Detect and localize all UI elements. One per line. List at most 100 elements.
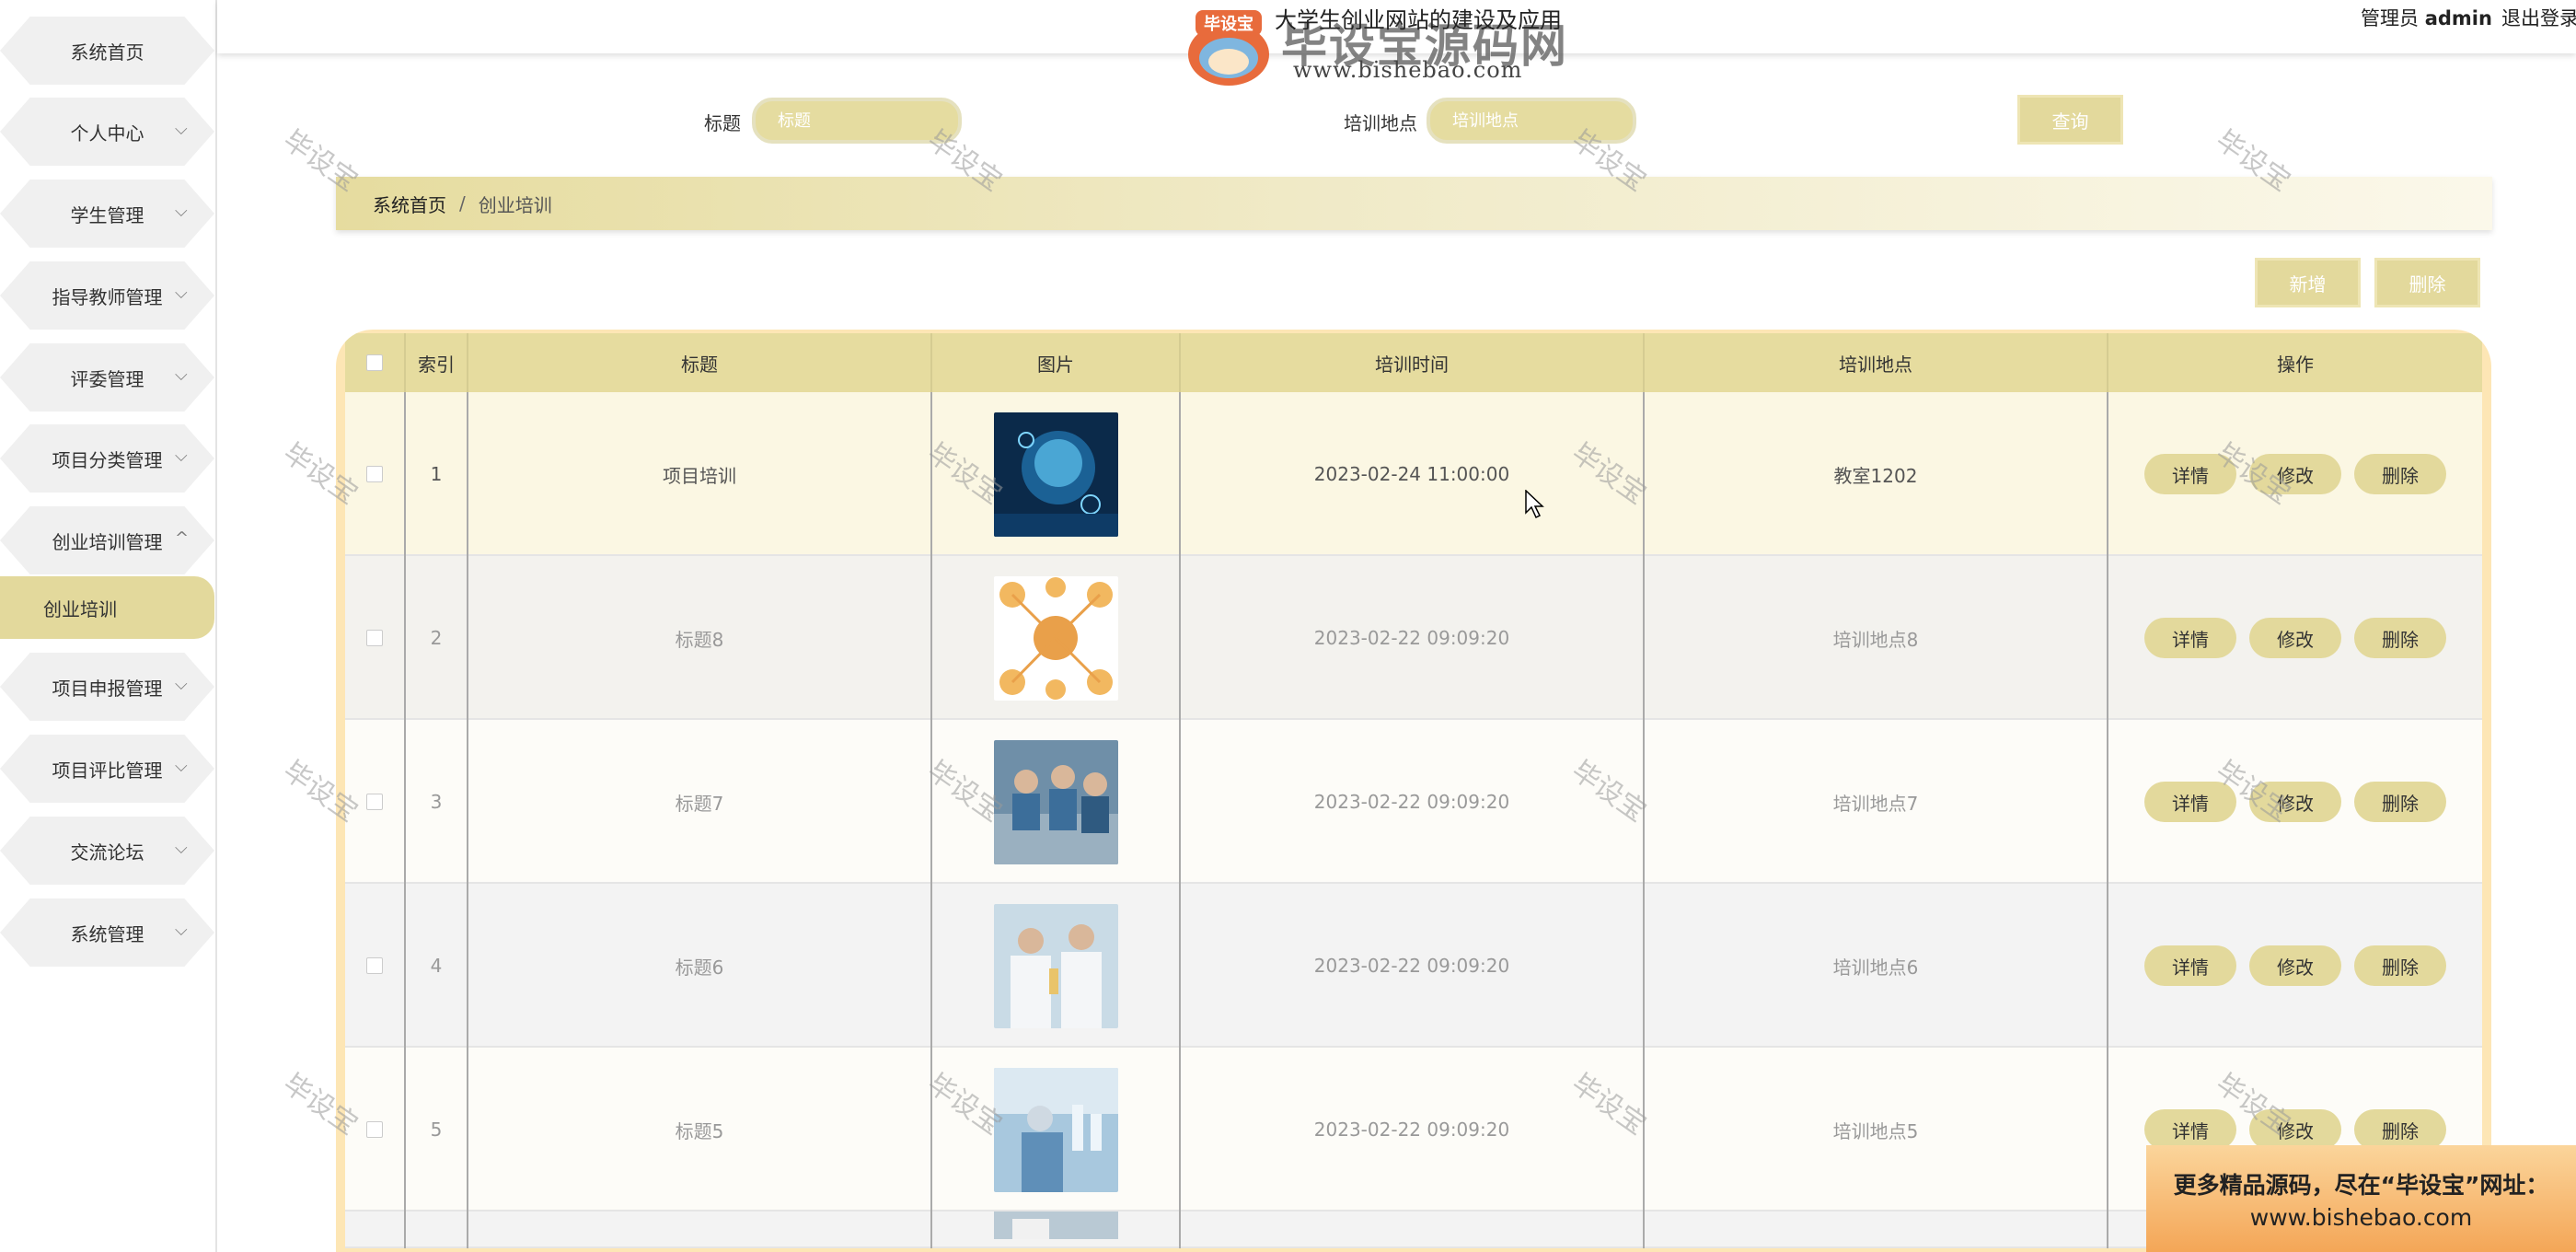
detail-button[interactable]: 详情: [2144, 945, 2236, 986]
chevron-down-icon: ⌵: [175, 757, 188, 776]
chevron-up-icon: ^: [175, 528, 190, 548]
sidebar-item-training[interactable]: 创业培训: [0, 576, 214, 639]
row-time: 2023-02-22 09:09:20: [1181, 720, 1645, 884]
brand-logo-icon: 毕设宝: [1188, 10, 1269, 86]
title-search-label: 标题: [704, 112, 741, 134]
edit-button[interactable]: 修改: [2249, 618, 2341, 658]
row-checkbox[interactable]: [366, 1121, 383, 1138]
sidebar-item-label: 项目评比管理: [52, 759, 163, 782]
delete-button[interactable]: 删除: [2354, 782, 2446, 822]
row-checkbox[interactable]: [366, 630, 383, 646]
delete-button[interactable]: 删除: [2354, 618, 2446, 658]
row-location: 培训地点5: [1645, 1048, 2108, 1211]
edit-button[interactable]: 修改: [2249, 454, 2341, 494]
row-checkbox[interactable]: [366, 794, 383, 810]
column-header-location: 培训地点: [1645, 333, 2108, 392]
batch-delete-button[interactable]: 删除: [2374, 258, 2480, 307]
sidebar-item-label: 系统管理: [70, 922, 144, 945]
sidebar-item-project-evaluation[interactable]: 项目评比管理 ⌵: [0, 735, 214, 803]
sidebar-item-label: 项目分类管理: [52, 448, 163, 471]
ai-head-image: [993, 412, 1118, 537]
sidebar-item-training-management[interactable]: 创业培训管理 ^: [0, 506, 214, 574]
sidebar-item-students[interactable]: 学生管理 ⌵: [0, 180, 214, 248]
row-title: 标题6: [468, 884, 932, 1048]
query-button[interactable]: 查询: [2017, 95, 2123, 145]
delete-button[interactable]: 删除: [2354, 454, 2446, 494]
title-search-input[interactable]: [752, 98, 962, 144]
location-search-label: 培训地点: [1344, 112, 1417, 134]
table-body: 1 项目培训 2023-02-24 11:00:00 教室1202 详情 修改 …: [345, 392, 2482, 1248]
column-header-time: 培训时间: [1181, 333, 1645, 392]
location-search-input[interactable]: [1427, 98, 1636, 144]
row-time: 2023-02-22 09:09:20: [1181, 884, 1645, 1048]
lab-team-image: [993, 739, 1118, 864]
row-title: 标题5: [468, 1048, 932, 1211]
row-checkbox[interactable]: [366, 957, 383, 974]
breadcrumb-home[interactable]: 系统首页: [373, 191, 446, 217]
column-header-index: 索引: [406, 333, 468, 392]
row-location: 培训地点8: [1645, 556, 2108, 720]
row-index: 4: [406, 884, 468, 1048]
add-button[interactable]: 新增: [2255, 258, 2361, 307]
detail-button[interactable]: 详情: [2144, 618, 2236, 658]
row-time: 2023-02-24 11:00:00: [1181, 392, 1645, 556]
edit-button[interactable]: 修改: [2249, 782, 2341, 822]
sidebar-item-label: 指导教师管理: [52, 285, 163, 308]
chevron-down-icon: ⌵: [175, 839, 188, 858]
sidebar-item-teachers[interactable]: 指导教师管理 ⌵: [0, 261, 214, 330]
sidebar-item-label: 个人中心: [70, 122, 144, 145]
sidebar-item-forum[interactable]: 交流论坛 ⌵: [0, 817, 214, 885]
breadcrumb-current: 创业培训: [478, 193, 552, 216]
row-time: 2023-02-22 09:09:20: [1181, 1048, 1645, 1211]
sidebar-item-label: 交流论坛: [70, 840, 144, 864]
select-all-checkbox[interactable]: [366, 354, 383, 371]
table-header: 索引 标题 图片 培训时间 培训地点 操作: [345, 333, 2482, 392]
sidebar-item-judges[interactable]: 评委管理 ⌵: [0, 343, 214, 412]
chevron-down-icon: ⌵: [175, 446, 188, 466]
sidebar-item-label: 创业培训: [43, 597, 117, 620]
chevron-down-icon: ⌵: [175, 365, 188, 385]
row-index: 3: [406, 720, 468, 884]
brand-url: www.bishebao.com: [1293, 57, 1523, 83]
row-checkbox[interactable]: [366, 466, 383, 482]
table-row[interactable]: 1 项目培训 2023-02-24 11:00:00 教室1202 详情 修改 …: [345, 392, 2482, 556]
table-row[interactable]: 4 标题6 2023-02-22 09:09:20 培训地点6 详情 修改 删除: [345, 884, 2482, 1048]
sidebar-item-project-applications[interactable]: 项目申报管理 ⌵: [0, 653, 214, 721]
edit-button[interactable]: 修改: [2249, 1109, 2341, 1150]
data-table: 索引 标题 图片 培训时间 培训地点 操作 1 项目培训 2023-02-24 …: [336, 330, 2491, 1252]
sidebar-item-label: 创业培训管理: [52, 530, 163, 553]
delete-button[interactable]: 删除: [2354, 945, 2446, 986]
sidebar-item-project-categories[interactable]: 项目分类管理 ⌵: [0, 424, 214, 493]
detail-button[interactable]: 详情: [2144, 454, 2236, 494]
chevron-down-icon: ⌵: [175, 284, 188, 303]
detail-button[interactable]: 详情: [2144, 1109, 2236, 1150]
row-title: 标题7: [468, 720, 932, 884]
site-title: 大学生创业网站的建设及应用: [1275, 7, 1562, 33]
admin-role: 管理员: [2361, 7, 2419, 29]
promo-banner[interactable]: 更多精品源码，尽在“毕设宝”网址： www.bishebao.com: [2146, 1145, 2576, 1252]
row-index: 1: [406, 392, 468, 556]
edit-button[interactable]: 修改: [2249, 945, 2341, 986]
delete-button[interactable]: 删除: [2354, 1109, 2446, 1150]
table-row[interactable]: 3 标题7 2023-02-22 09:09:20 培训地点7 详情 修改 删除: [345, 720, 2482, 884]
row-location: 培训地点7: [1645, 720, 2108, 884]
chevron-down-icon: ⌵: [175, 120, 188, 139]
sidebar-item-home[interactable]: 系统首页: [0, 17, 214, 85]
lab-photo-image: [993, 1211, 1118, 1239]
chevron-down-icon: ⌵: [175, 675, 188, 694]
column-header-actions: 操作: [2277, 353, 2314, 376]
sidebar-item-label: 评委管理: [70, 367, 144, 390]
sidebar-item-personal-center[interactable]: 个人中心 ⌵: [0, 98, 214, 166]
row-title: 项目培训: [468, 392, 932, 556]
table-row[interactable]: 2 标题8 2023-02-22 09:09:20 培训地点8 详情 修改 删除: [345, 556, 2482, 720]
row-time: 2023-02-22 09:09:20: [1181, 556, 1645, 720]
row-location: 培训地点6: [1645, 884, 2108, 1048]
sidebar-item-system[interactable]: 系统管理 ⌵: [0, 898, 214, 967]
lab-scientists-image: [993, 903, 1118, 1028]
row-index: 2: [406, 556, 468, 720]
row-location: 教室1202: [1645, 392, 2108, 556]
lab-blue-image: [993, 1067, 1118, 1192]
row-index: 5: [406, 1048, 468, 1211]
detail-button[interactable]: 详情: [2144, 782, 2236, 822]
logout-link[interactable]: 退出登录: [2501, 4, 2576, 31]
